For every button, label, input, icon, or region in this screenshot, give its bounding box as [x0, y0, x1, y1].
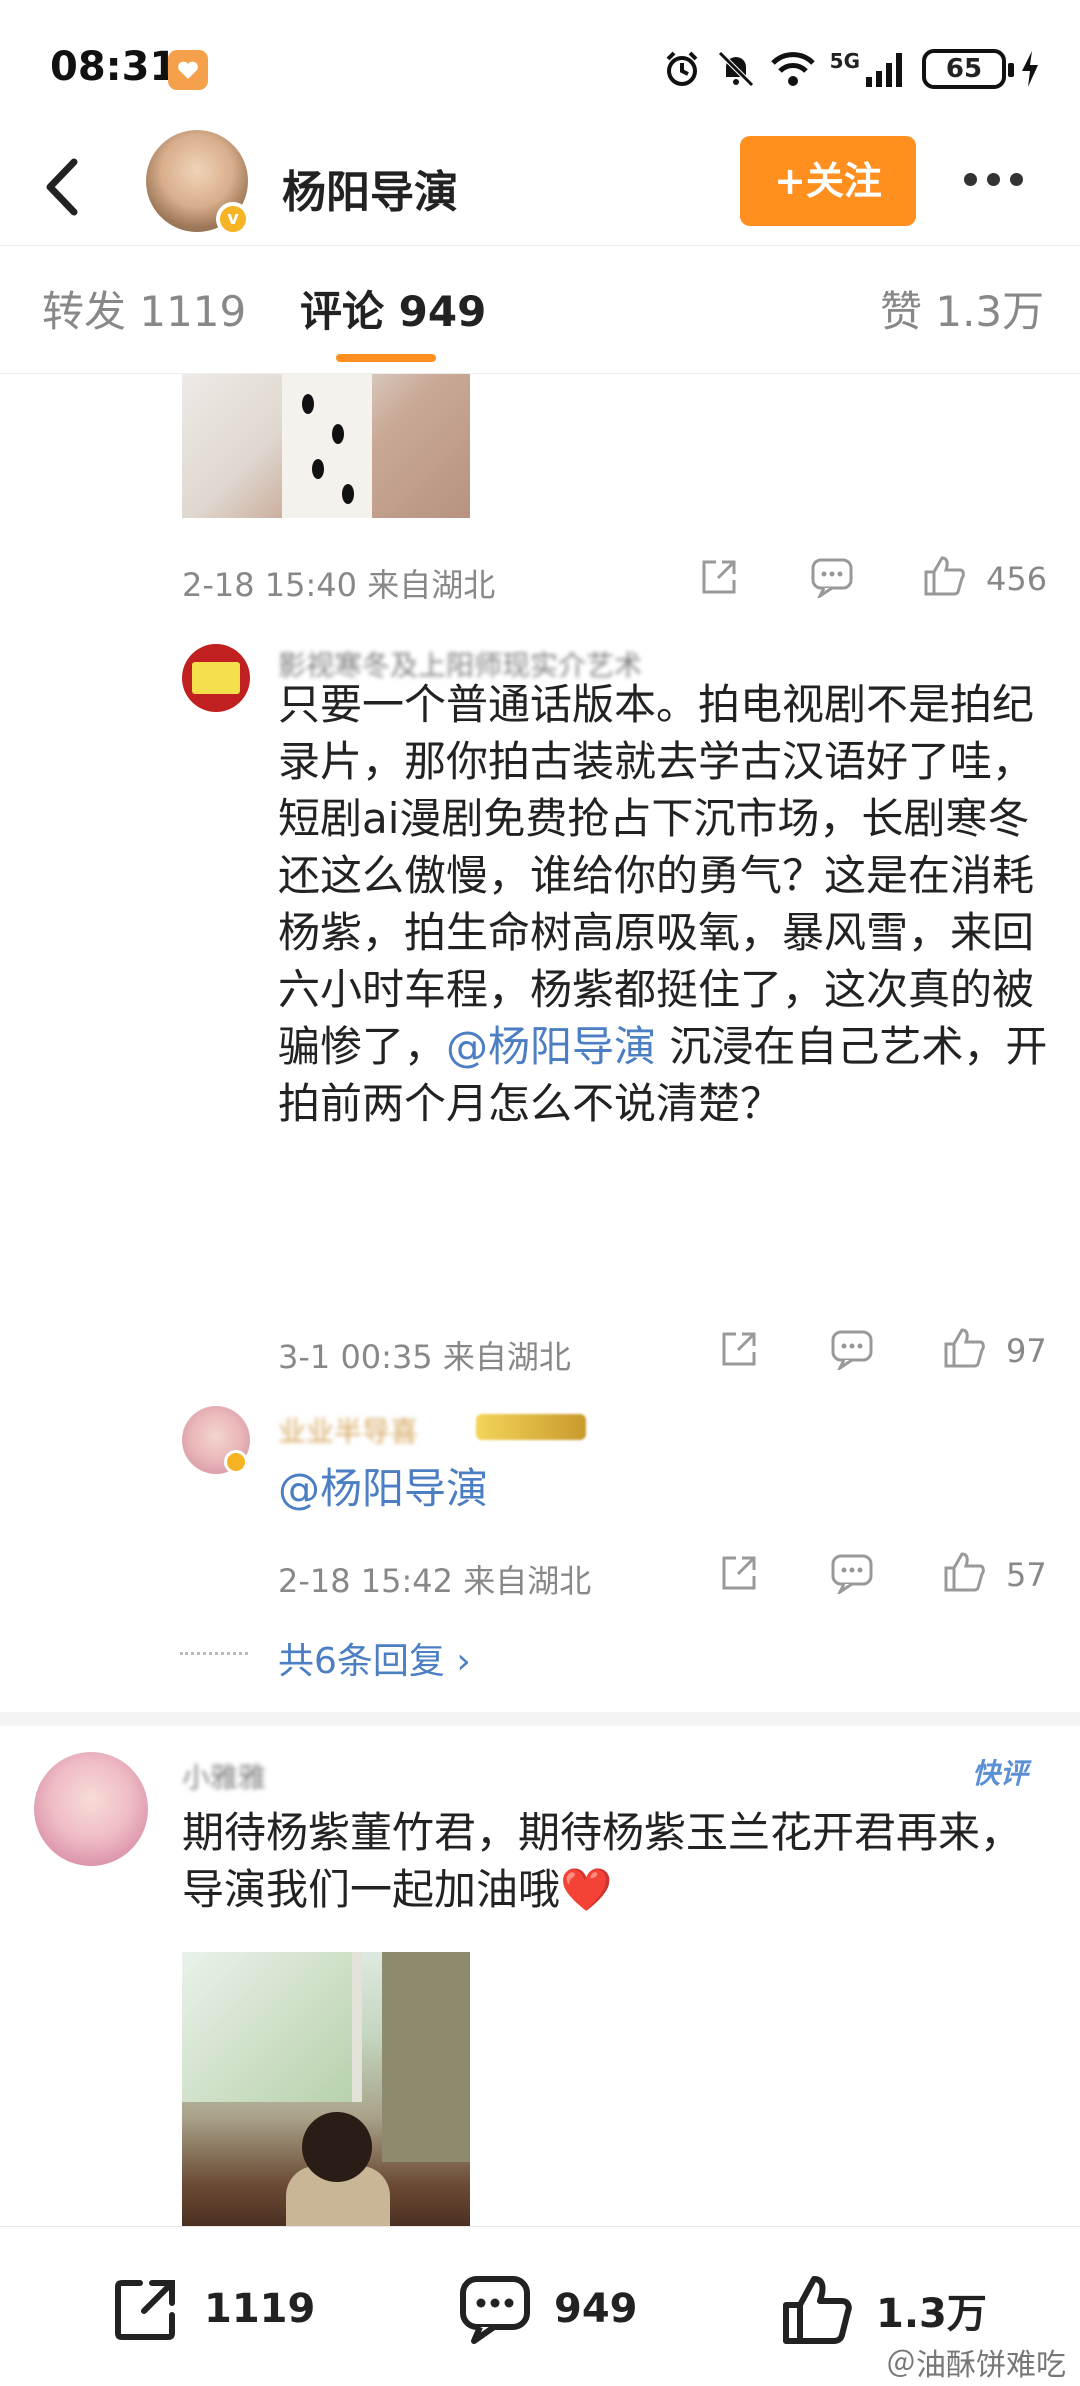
like-icon[interactable] — [942, 1326, 986, 1370]
follow-button[interactable]: +关注 — [740, 136, 916, 226]
mute-icon — [717, 51, 754, 87]
like-count: 456 — [986, 560, 1048, 598]
like-count: 97 — [1006, 1332, 1047, 1370]
status-time: 08:31 — [50, 44, 178, 90]
like-count: 1.3万 — [876, 2291, 987, 2337]
comment-image[interactable] — [182, 374, 470, 518]
share-icon[interactable] — [718, 1552, 760, 1594]
comment-meta: 2-18 15:42 来自湖北 — [278, 1562, 592, 1600]
share-icon — [115, 2280, 175, 2340]
watermark: ＠油酥饼难吃 — [886, 2348, 1066, 2383]
comment-meta: 2-18 15:40 来自湖北 — [182, 566, 496, 604]
mention-link[interactable]: @杨阳导演 — [446, 1022, 656, 1071]
commenter-avatar[interactable] — [182, 644, 250, 712]
status-bar: 08:31 5G 65 — [0, 0, 1080, 130]
comment-text: 期待杨紫董竹君，期待杨紫玉兰花开君再来，导演我们一起加油哦❤️ — [182, 1808, 1023, 1914]
comment-text: 只要一个普通话版本。拍电视剧不是拍纪录片，那你拍古装就去学古汉语好了哇，短剧ai… — [278, 676, 1052, 1132]
commenter-avatar[interactable] — [34, 1752, 148, 1866]
tab-likes[interactable]: 赞 1.3万 — [880, 278, 1044, 339]
active-tab-indicator — [336, 354, 436, 362]
verified-badge-icon — [224, 1450, 248, 1474]
alarm-icon — [666, 51, 698, 86]
comment-icon[interactable] — [830, 1552, 874, 1594]
author-name[interactable]: 杨阳导演 — [282, 156, 458, 220]
comment-icon — [460, 2276, 530, 2344]
more-options-button[interactable] — [964, 164, 1034, 194]
commenter-name[interactable]: 影视寒冬及上阳师现实介艺术 — [278, 644, 642, 682]
repost-count: 1119 — [204, 2286, 316, 2332]
repost-button[interactable]: 1119 — [110, 2273, 315, 2345]
commenter-name[interactable]: 业业半导喜 — [278, 1410, 418, 1448]
profile-header: v 杨阳导演 +关注 — [0, 130, 1080, 246]
verified-badge-icon: v — [216, 202, 250, 236]
network-type: 5G — [829, 49, 860, 73]
charging-icon — [1022, 51, 1038, 87]
like-icon[interactable] — [922, 554, 966, 598]
like-button[interactable]: 1.3万 — [780, 2273, 987, 2347]
commenter-name[interactable]: 小雅雅 — [182, 1756, 266, 1794]
share-icon[interactable] — [698, 556, 740, 598]
share-icon[interactable] — [718, 1328, 760, 1370]
battery-indicator: 65 — [922, 49, 1014, 89]
level-badge-icon — [476, 1414, 586, 1440]
mention-link[interactable]: @杨阳导演 — [278, 1460, 488, 1517]
like-icon[interactable] — [942, 1550, 986, 1594]
view-replies-link[interactable]: 共6条回复 › — [278, 1632, 471, 1684]
status-icons: 5G 65 — [662, 44, 1040, 94]
notification-app-icon — [168, 50, 208, 90]
comment-body: 只要一个普通话版本。拍电视剧不是拍纪录片，那你拍古装就去学古汉语好了哇，短剧ai… — [278, 680, 1035, 1071]
like-count: 57 — [1006, 1556, 1047, 1594]
interaction-tabs: 转发 1119 评论 949 赞 1.3万 — [0, 246, 1080, 374]
back-button[interactable] — [36, 152, 96, 222]
chevron-left-icon — [46, 158, 78, 216]
comment-meta: 3-1 00:35 来自湖北 — [278, 1338, 571, 1376]
like-icon — [783, 2276, 852, 2344]
comment-button[interactable]: 949 — [458, 2273, 638, 2345]
signal-icon — [866, 53, 902, 87]
section-divider — [0, 1712, 1080, 1726]
comment-icon[interactable] — [810, 556, 854, 598]
comment-icon[interactable] — [830, 1328, 874, 1370]
wifi-icon — [770, 52, 815, 86]
tab-comments[interactable]: 评论 949 — [300, 278, 486, 339]
comment-image[interactable] — [182, 1952, 470, 2226]
quick-comment-badge: 快评 — [971, 1757, 1028, 1790]
tab-reposts[interactable]: 转发 1119 — [42, 278, 246, 339]
comment-count: 949 — [554, 2286, 638, 2332]
thread-divider — [180, 1652, 248, 1655]
